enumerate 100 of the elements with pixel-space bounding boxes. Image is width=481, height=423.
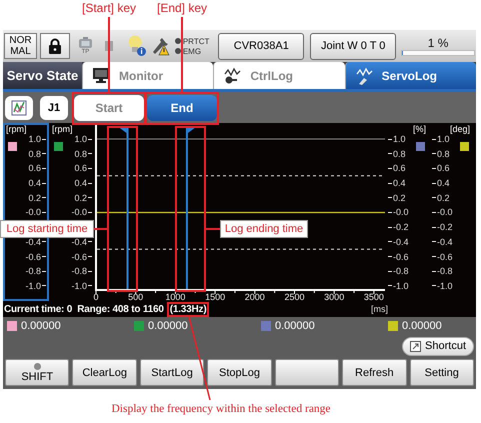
axis-tick-label: -0.0: [71, 207, 87, 218]
shortcut-button[interactable]: Shortcut: [402, 336, 474, 356]
axis-tick-label: 2500: [284, 292, 305, 302]
axis-unit: [deg]: [450, 125, 471, 134]
axis-tick-label: 0.2: [28, 192, 41, 203]
axis-tick-label: -0.2: [393, 222, 409, 232]
axis-tick-label: -0.8: [71, 266, 87, 276]
axis-tick-label: -0.6: [437, 252, 453, 262]
callout-label: Log starting time: [0, 220, 94, 238]
axis-panel[interactable]: [deg] 1.0 0.8 0.6 0.4 0.2 -0.0 -0.2 -0.4 -0.6 -0.8 -1.0: [429, 123, 473, 301]
axis-tick-label: 0.8: [393, 148, 406, 159]
axis-tick-label: 0.6: [437, 163, 450, 174]
axis-tick-label: 1.0: [393, 134, 406, 144]
range-status: Current time: 0 Range: 408 to 1160: [3, 304, 164, 314]
axis-tick-label: 0.4: [74, 178, 87, 188]
callout-label: [Start] key: [80, 1, 138, 15]
speed-reading: 1 %: [428, 36, 448, 50]
series-value: 0.00000: [148, 320, 188, 332]
function-button[interactable]: StartLog: [140, 359, 204, 386]
callout-label: [End] key: [156, 1, 208, 15]
axis-tick-label: -0.0: [437, 207, 453, 218]
axis-tick-label: 0.4: [437, 178, 450, 188]
axis-panel[interactable]: [%] 1.0 0.8 0.6 0.4 0.2 -0.0 -0.2 -0.4 -0.6 -0.8 -1.0: [385, 123, 429, 301]
axis-tick-label: 1500: [205, 292, 226, 302]
axis-tick-label: 0.4: [28, 178, 41, 188]
axis-tick-label: -1.0: [393, 280, 409, 291]
axis-tick-label: -0.4: [393, 236, 409, 247]
axis-tick-label: 0.8: [28, 148, 41, 159]
axis-tick-label: 1000: [165, 292, 186, 302]
axis-tick-label: -1.0: [437, 280, 453, 291]
lock-button[interactable]: [40, 33, 70, 59]
axis-tick-label: -0.0: [393, 207, 409, 218]
waveform-icon: [223, 66, 242, 84]
axis-tick-label: 1.0: [28, 134, 41, 144]
leader-line: [94, 228, 107, 230]
axis-tick-label: -0.6: [71, 252, 87, 262]
axis-unit: [%]: [412, 125, 427, 134]
series-value: 0.00000: [21, 320, 61, 332]
pendant-icon: [78, 37, 93, 49]
axis-tick-label: -0.4: [25, 236, 41, 247]
lamp-label: PRTCT: [182, 36, 210, 46]
callout-label: Log ending time: [220, 220, 308, 238]
leader-line: [206, 228, 220, 230]
axis-unit: [rpm]: [51, 125, 74, 134]
view-tab[interactable]: Monitor: [82, 62, 214, 89]
axis-tick-label: 1.0: [437, 134, 450, 144]
view-tab[interactable]: CtrlLog: [213, 62, 345, 89]
lock-icon: [48, 38, 62, 54]
graph-icon: [11, 100, 27, 116]
axis-tick-label: -0.8: [25, 266, 41, 276]
program-button[interactable]: CVR038A1: [218, 32, 304, 60]
range-cursor[interactable]: [186, 127, 196, 289]
series-value: 0.00000: [402, 320, 442, 332]
axis-tick-label: 0.8: [437, 148, 450, 159]
axis-tick-label: -1.0: [71, 280, 87, 291]
bulb-icon: [126, 35, 147, 57]
axis-tick-label: 0: [94, 292, 98, 302]
shift-lamp-icon: [34, 362, 41, 370]
range-key[interactable]: Start: [74, 94, 144, 120]
axis-tick-label: 2000: [244, 292, 265, 302]
axis-tick-label: 0.2: [437, 192, 450, 203]
function-button[interactable]: StopLog: [207, 359, 272, 386]
graph-button[interactable]: [5, 96, 33, 120]
axis-tick-label: 3000: [324, 292, 344, 302]
mode-button[interactable]: NORMAL: [4, 33, 37, 59]
shift-button[interactable]: SHIFT: [5, 359, 70, 386]
callout-label: Display the frequency within the selected range: [110, 403, 332, 415]
range-cursor[interactable]: [118, 127, 128, 289]
coordinate-button[interactable]: Joint W 0 T 0: [310, 32, 396, 60]
axis-tick-label: 1.0: [74, 134, 87, 144]
axis-tick-label: 0.4: [393, 178, 406, 188]
axis-tick-label: -0.8: [437, 266, 453, 276]
axis-tick-label: -0.2: [437, 222, 453, 232]
axis-tick-label: -0.6: [393, 252, 409, 262]
shortcut-icon: [410, 340, 422, 352]
blank-button[interactable]: [274, 359, 340, 386]
lamp-label: EMG: [182, 46, 202, 56]
axis-tick-label: -0.0: [25, 207, 41, 218]
axis-tick-label: 0.6: [28, 163, 41, 174]
axis-tick-label: 3500: [364, 292, 384, 302]
axis-tick-label: -0.6: [25, 252, 41, 262]
axis-tick-label: 0.6: [393, 163, 406, 174]
axis-tick-label: 0.2: [74, 192, 87, 203]
series-value: 0.00000: [275, 320, 315, 332]
function-button[interactable]: Setting: [410, 359, 474, 386]
frequency-reading: (1.33Hz): [166, 302, 210, 316]
axis-tick-label: 500: [128, 292, 144, 302]
axis-tick-label: -0.4: [71, 236, 87, 247]
range-key[interactable]: End: [147, 94, 217, 120]
page-title: Servo State: [3, 62, 82, 89]
axis-tick-label: -1.0: [25, 280, 41, 291]
axis-button[interactable]: J1: [40, 96, 68, 120]
axis-unit: [ms]: [371, 304, 388, 314]
axis-tick-label: -0.4: [437, 236, 453, 247]
waveform-pen-icon: [354, 66, 373, 84]
function-button[interactable]: Refresh: [342, 359, 407, 386]
view-tab[interactable]: ServoLog: [344, 62, 476, 89]
function-button[interactable]: ClearLog: [72, 359, 137, 386]
axis-tick-label: -0.8: [393, 266, 409, 276]
axis-tick-label: 0.2: [393, 192, 406, 203]
